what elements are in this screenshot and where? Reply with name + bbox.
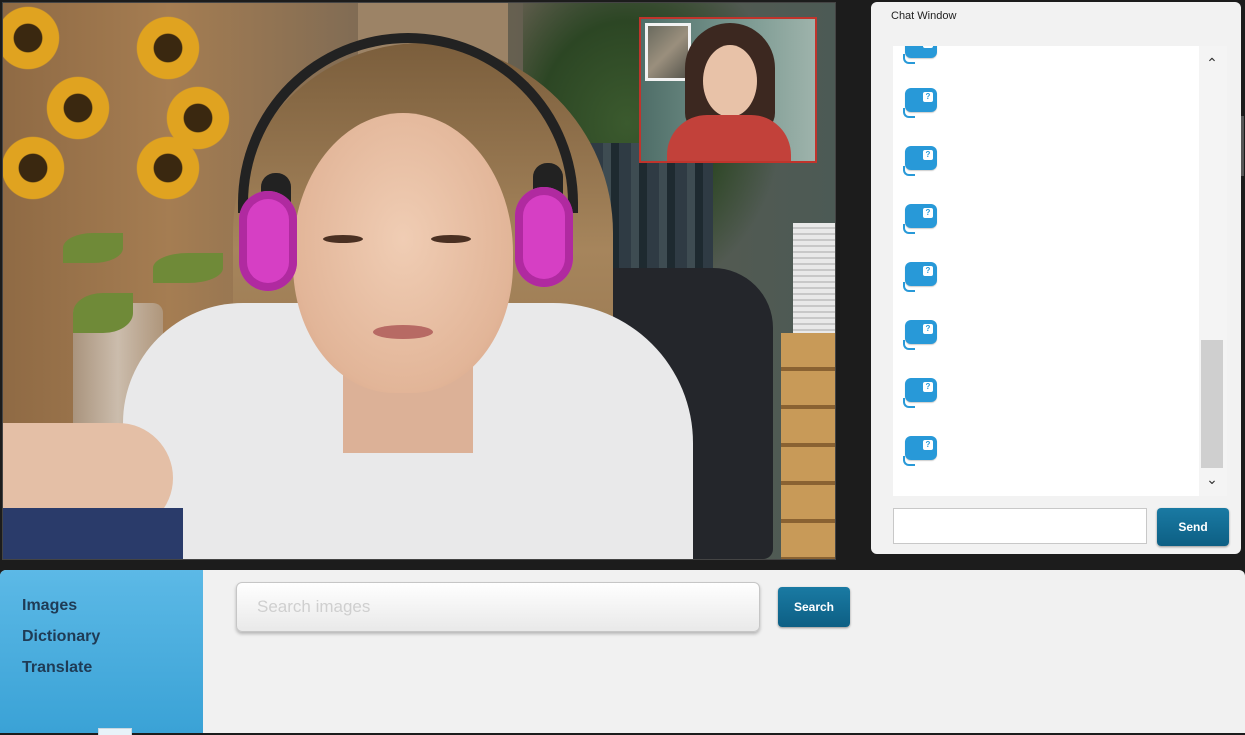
sidebar-item-dictionary[interactable]: Dictionary [22, 628, 100, 646]
question-mark-icon: ? [923, 150, 933, 160]
image-search-input[interactable]: Search images [236, 582, 760, 632]
self-view-video[interactable] [639, 17, 817, 163]
chat-message-list[interactable]: ⌃ ⌄ ???????? [893, 46, 1227, 496]
question-mark-icon: ? [923, 324, 933, 334]
bubble-tail [903, 166, 915, 176]
chat-message-input[interactable] [893, 508, 1147, 544]
scroll-thumb[interactable] [1201, 340, 1223, 468]
bubble-tail [903, 282, 915, 292]
chat-message-bubble[interactable]: ? [903, 204, 937, 234]
bubble-tail [903, 340, 915, 350]
sidebar-item-translate[interactable]: Translate [22, 659, 92, 677]
bubble-tail [903, 54, 915, 64]
tools-panel: Images Dictionary Translate Search image… [0, 570, 1245, 735]
question-mark-icon: ? [923, 92, 933, 102]
main-video-feed [2, 2, 836, 560]
chat-message-bubble[interactable]: ? [903, 46, 937, 64]
chat-message-bubble[interactable]: ? [903, 320, 937, 350]
scroll-down-icon[interactable]: ⌄ [1201, 468, 1223, 490]
chat-scrollbar[interactable]: ⌃ ⌄ [1199, 46, 1227, 496]
question-mark-icon: ? [923, 46, 933, 48]
search-button[interactable]: Search [778, 587, 850, 627]
bubble-tail [903, 456, 915, 466]
chat-message-bubble[interactable]: ? [903, 436, 937, 466]
chat-message-bubble[interactable]: ? [903, 146, 937, 176]
bubble-tail [903, 108, 915, 118]
chat-window: Chat Window ⌃ ⌄ ???????? Send [871, 2, 1241, 554]
question-mark-icon: ? [923, 266, 933, 276]
tools-sidebar: Images Dictionary Translate [0, 570, 203, 735]
send-button[interactable]: Send [1157, 508, 1229, 546]
chat-title: Chat Window [891, 10, 957, 22]
bubble-tail [903, 398, 915, 408]
chat-message-bubble[interactable]: ? [903, 378, 937, 408]
question-mark-icon: ? [923, 208, 933, 218]
sidebar-tab-handle[interactable] [98, 728, 132, 735]
window-edge-handle [1241, 116, 1244, 176]
bubble-tail [903, 224, 915, 234]
question-mark-icon: ? [923, 440, 933, 450]
scroll-up-icon[interactable]: ⌃ [1201, 52, 1223, 74]
chat-message-bubble[interactable]: ? [903, 88, 937, 118]
question-mark-icon: ? [923, 382, 933, 392]
sidebar-item-images[interactable]: Images [22, 597, 77, 615]
chat-message-bubble[interactable]: ? [903, 262, 937, 292]
